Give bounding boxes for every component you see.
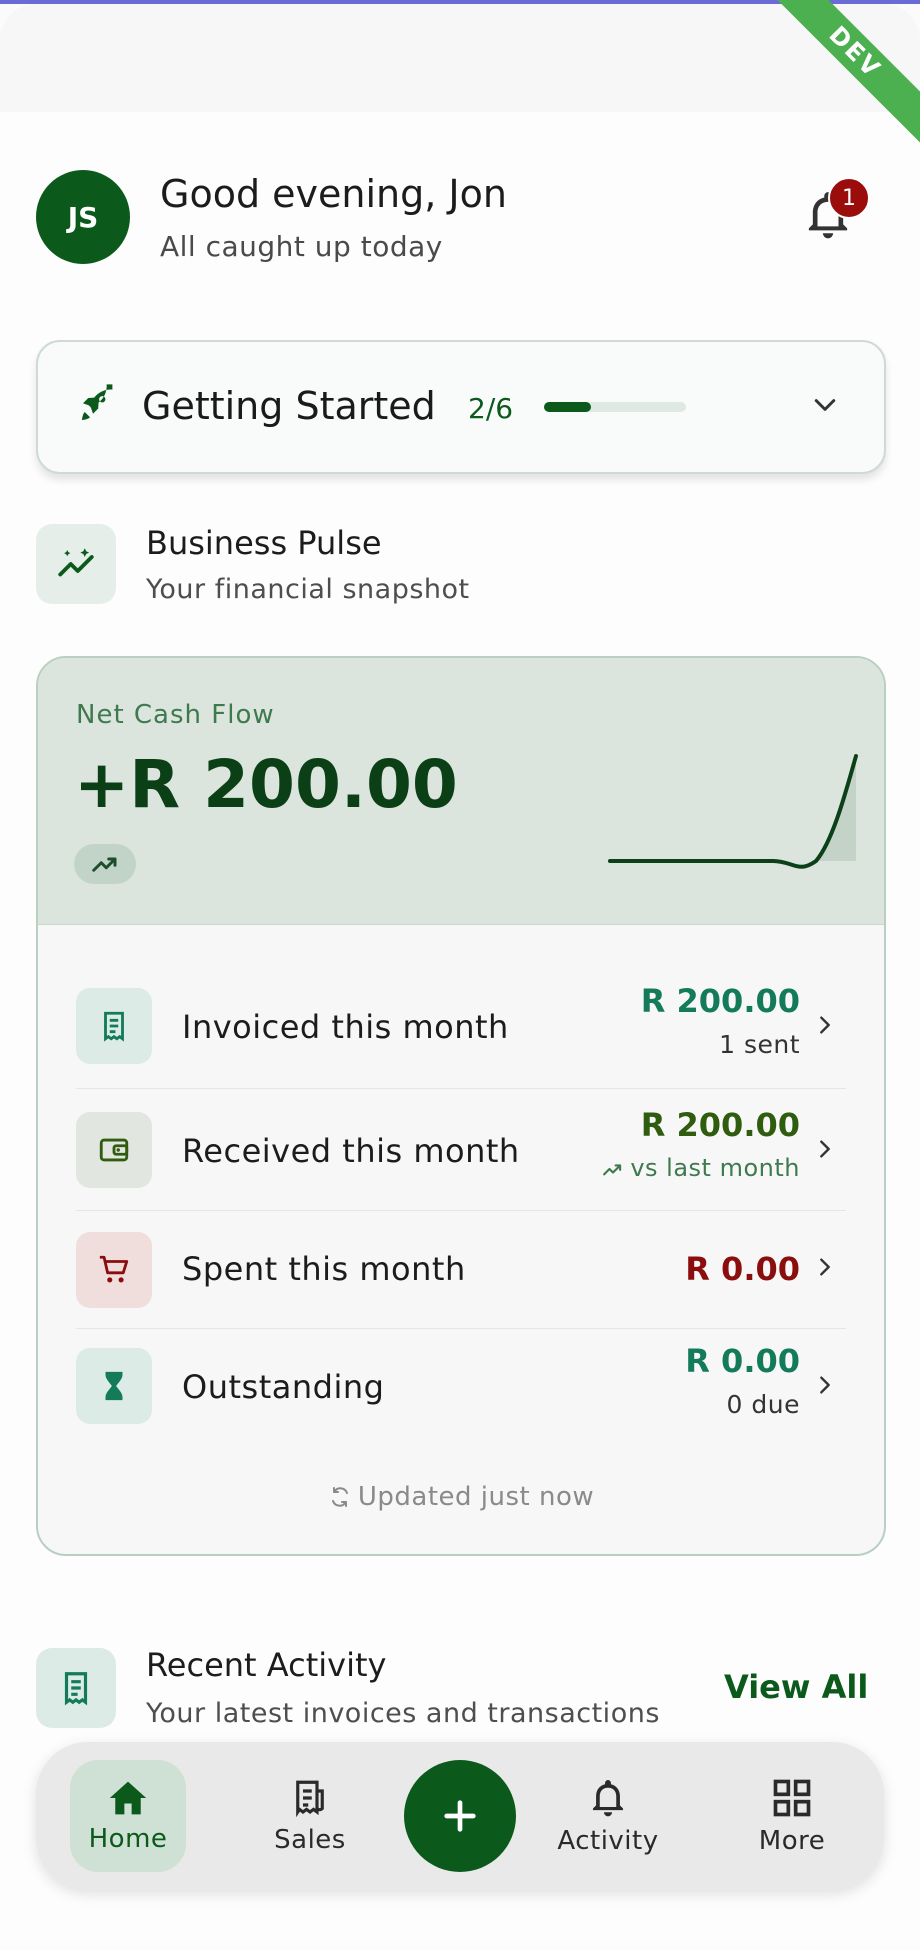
nav-sales-label: Sales [274, 1825, 346, 1855]
rocket-icon [76, 384, 118, 426]
business-pulse-title: Business Pulse [146, 524, 382, 562]
getting-started-card[interactable]: Getting Started 2/6 [36, 340, 886, 474]
trend-up-icon [603, 1164, 622, 1176]
wallet-icon [76, 1112, 152, 1188]
row-label: Received this month [182, 1132, 520, 1170]
bottom-nav: Home Sales Activity More [36, 1742, 884, 1890]
row-label: Invoiced this month [182, 1008, 509, 1046]
net-cash-flow-label: Net Cash Flow [76, 700, 275, 730]
row-label: Spent this month [182, 1250, 466, 1288]
row-received[interactable]: Received this month R 200.00 vs last mon… [76, 1088, 846, 1208]
updated-text: Updated just now [357, 1482, 595, 1512]
home-icon [109, 1781, 147, 1815]
receipt-icon [76, 988, 152, 1064]
row-amount: R 200.00 [640, 982, 800, 1020]
receipt-icon [296, 1780, 324, 1818]
chevron-right-icon [814, 1136, 836, 1162]
chevron-down-icon[interactable] [810, 390, 840, 420]
getting-started-title: Getting Started [142, 384, 436, 428]
row-amount: R 0.00 [685, 1342, 800, 1380]
net-cash-flow-value: +R 200.00 [74, 746, 458, 823]
nav-more[interactable]: More [734, 1760, 850, 1872]
row-amount: R 0.00 [685, 1250, 800, 1288]
bell-icon [592, 1780, 624, 1817]
cash-flow-sparkline [608, 754, 858, 869]
recent-activity-title: Recent Activity [146, 1646, 387, 1684]
business-pulse-card: Net Cash Flow +R 200.00 Invoiced this mo… [36, 656, 886, 1556]
avatar[interactable]: JS [36, 170, 130, 264]
pulse-sparkle-icon [36, 524, 116, 604]
plus-icon [444, 1800, 476, 1832]
nav-sales[interactable]: Sales [252, 1760, 368, 1872]
nav-home-label: Home [88, 1824, 168, 1854]
chevron-right-icon [814, 1012, 836, 1038]
nav-activity[interactable]: Activity [550, 1760, 666, 1872]
refresh-icon [331, 1487, 348, 1507]
row-subtext: 1 sent [719, 1030, 800, 1059]
recent-activity-subtitle: Your latest invoices and transactions [146, 1698, 660, 1729]
row-label: Outstanding [182, 1368, 385, 1406]
chevron-right-icon [814, 1372, 836, 1398]
notification-count-badge: 1 [828, 177, 870, 219]
row-subtext: vs last month [602, 1154, 800, 1182]
view-all-link[interactable]: View All [724, 1668, 868, 1706]
trend-up-icon [74, 844, 136, 884]
business-pulse-subtitle: Your financial snapshot [146, 574, 470, 605]
greeting-title: Good evening, Jon [160, 172, 507, 216]
getting-started-progress-text: 2/6 [468, 392, 514, 425]
updated-status: Updated just now [38, 1482, 884, 1512]
net-cash-flow-panel[interactable]: Net Cash Flow +R 200.00 [38, 658, 884, 925]
greeting-subtitle: All caught up today [160, 230, 443, 263]
nav-more-label: More [758, 1826, 826, 1856]
status-bar-area [0, 4, 920, 112]
row-outstanding[interactable]: Outstanding R 0.00 0 due [76, 1328, 846, 1448]
hourglass-icon [76, 1348, 152, 1424]
getting-started-progress-bar [544, 402, 686, 412]
row-subtext-text: vs last month [630, 1154, 800, 1182]
row-amount: R 200.00 [640, 1106, 800, 1144]
chevron-right-icon [814, 1254, 836, 1280]
receipt-icon [36, 1648, 116, 1728]
add-button[interactable] [404, 1760, 516, 1872]
nav-home[interactable]: Home [70, 1760, 186, 1872]
cart-icon [76, 1232, 152, 1308]
row-subtext: 0 due [726, 1390, 800, 1419]
progress-fill [544, 402, 592, 412]
nav-activity-label: Activity [557, 1826, 659, 1856]
grid-icon [773, 1779, 811, 1817]
row-invoiced[interactable]: Invoiced this month R 200.00 1 sent [76, 964, 846, 1084]
row-spent[interactable]: Spent this month R 0.00 [76, 1210, 846, 1330]
